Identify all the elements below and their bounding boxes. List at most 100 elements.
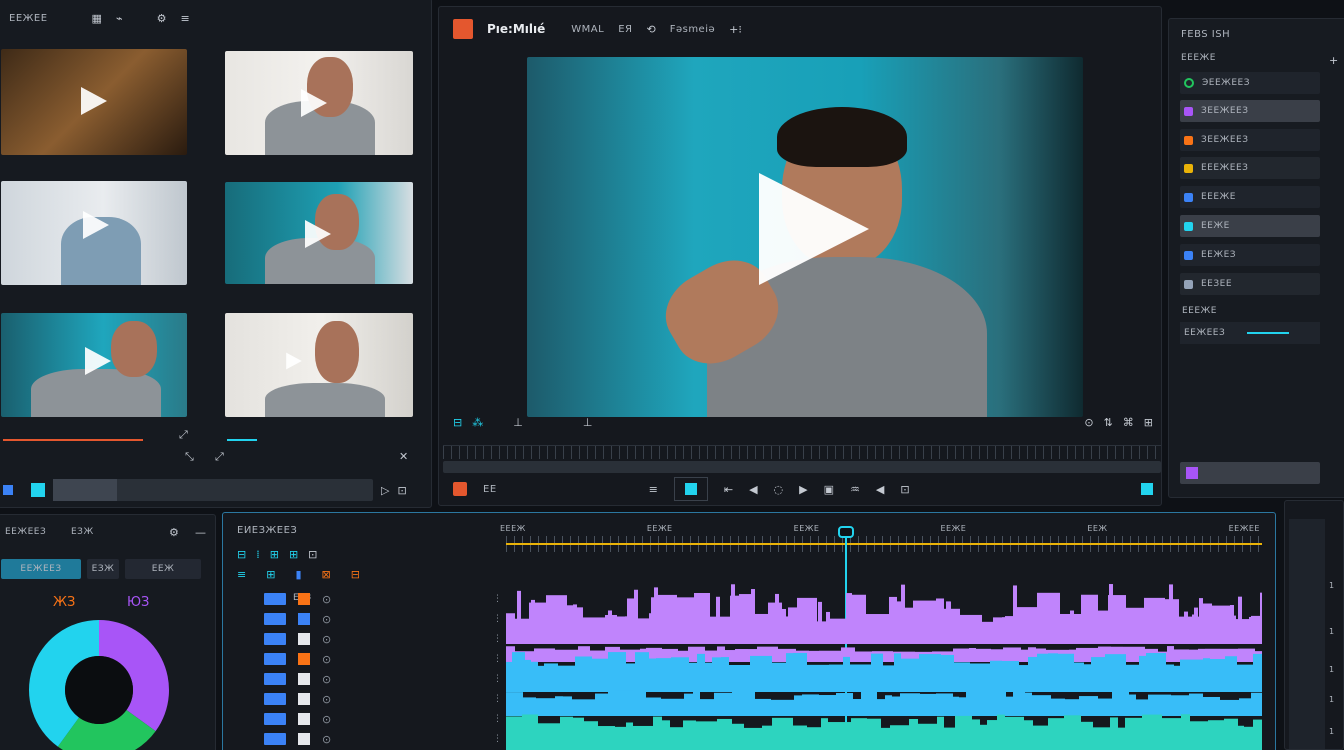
track-header-row[interactable]: ⊙ ⋮ [230,710,502,728]
track-slot[interactable]: ЗЕЕЖЕЕЗ [1180,100,1320,122]
clock-icon[interactable]: ⊙ [1084,417,1093,428]
media-item[interactable] [1,49,187,155]
tool-icon[interactable]: ⊟ [351,569,360,580]
gear-icon[interactable]: ⚙ [169,527,179,538]
waveform-segment [1180,659,1203,692]
marker-out-icon[interactable]: ⊥ [583,417,593,428]
grid-icon[interactable]: ⊞ [1144,417,1153,428]
preview-scrubber[interactable] [443,445,1161,459]
expand-icon[interactable]: ⤢ [179,429,188,440]
preview-frame[interactable] [527,57,1083,417]
trim-icon-2[interactable]: ⤢ [215,451,224,462]
clip-progress-1[interactable] [3,439,143,441]
list-icon[interactable]: ▦ [92,13,102,24]
waveform-segment [900,693,920,716]
track-header-row[interactable]: ⊙ ⋮ [230,690,502,708]
track-slot[interactable]: ЭЕЕЖЕЕЗ [1180,72,1320,94]
split-icon[interactable]: ⁂ [472,417,483,428]
play-icon[interactable] [759,173,869,285]
menu-icon[interactable]: ≡ [180,13,189,24]
wand-icon[interactable]: ⌁ [116,13,123,24]
trim-icon[interactable]: ⤡ [185,451,194,462]
play-icon[interactable] [81,87,107,115]
record-button[interactable] [453,482,467,496]
tool-icon[interactable]: ⁞ [256,549,260,560]
link-icon[interactable]: ⟲ [646,24,655,35]
inspector-footer-input[interactable] [1180,462,1320,484]
clip-progress-2[interactable] [227,439,257,441]
loop2-icon[interactable]: ◌ [774,484,784,495]
track-slot[interactable]: ЕЕЗЕЕ [1180,273,1320,295]
output-indicator[interactable] [1141,483,1153,495]
marker-icon[interactable]: ⊥ [513,417,523,428]
media-item[interactable] [1,313,187,417]
play-icon[interactable] [85,347,111,375]
settings-icon[interactable]: ⌘ [1123,417,1134,428]
color-button-1[interactable]: ЕЕЖЕЕЗ [1,559,81,579]
color-button-3[interactable]: ЕЕЖ [125,559,201,579]
track-header-row[interactable]: ⊙ ⋮ [230,670,502,688]
track-slot[interactable]: ЗЕЕЖЕЕЗ [1180,129,1320,151]
forward-icon[interactable]: ▶ [799,484,807,495]
back-icon[interactable]: ◀ [749,484,757,495]
vertical-scrollbar[interactable] [1289,519,1325,749]
track-slot[interactable]: ЕЕЕЖЕЕЗ [1180,157,1320,179]
plus-icon[interactable]: +⁝ [729,24,742,35]
media-item[interactable] [225,182,413,284]
minimize-icon[interactable]: — [195,527,206,538]
export-icon[interactable]: ⊡ [397,485,406,496]
track-header-row[interactable]: ⊙ ⋮ [230,590,502,608]
color-button-2[interactable]: ЕЗЖ [87,559,119,579]
track-header-row[interactable]: ⊙ ⋮ [230,730,502,748]
track-slot[interactable]: ЕЕЖЕЗ [1180,244,1320,266]
waveform-segment [1225,656,1237,692]
timeline-tracks[interactable] [506,552,1262,750]
mix-icon[interactable]: ⊡ [900,484,909,495]
app-logo[interactable] [453,19,473,39]
waveform-peak [782,608,786,644]
stop-button[interactable] [673,477,708,501]
tool-icon[interactable]: ⊠ [322,569,331,580]
tool-icon[interactable]: ⊞ [289,549,298,560]
play-icon[interactable] [83,211,109,239]
tool-icon[interactable]: ≡ [237,569,246,580]
play-icon[interactable] [305,220,331,248]
waveform-segment [1162,718,1181,750]
media-item[interactable] [225,313,413,417]
viewer-scrollbar[interactable] [443,461,1161,473]
fx-icon[interactable]: ⇅ [1104,417,1113,428]
waveform-segment [997,714,1005,750]
add-icon[interactable]: + [1329,55,1338,66]
tool-icon[interactable]: ⊡ [308,549,317,560]
play-icon[interactable] [301,89,327,117]
playhead-handle[interactable] [838,526,854,538]
inspector-field[interactable]: ЕЕЖЕЕЗ [1180,322,1320,344]
color-wheel[interactable] [24,615,174,750]
rewind-icon[interactable]: ⇤ [724,484,733,495]
close-icon[interactable]: ✕ [399,451,408,462]
volume-icon[interactable]: ◀ [876,484,884,495]
media-item[interactable] [225,51,413,155]
track-header-row[interactable]: ⊙ ⋮ [230,650,502,668]
settings-icon-2[interactable]: ⚙ [157,13,167,24]
prev-icon[interactable]: ≡ [649,484,658,495]
play-icon[interactable] [286,352,302,370]
menu-item-2[interactable]: ЕЯ [618,24,632,35]
track-slot[interactable]: ЕЕЖЕ [1180,215,1320,237]
track-header-row[interactable]: ⊙ ⋮ [230,610,502,628]
loop-icon[interactable]: ⊟ [453,417,462,428]
tool-icon[interactable]: ▮ [295,569,301,580]
media-scrollbar[interactable] [53,479,373,501]
audio-icon[interactable]: ♒ [850,484,860,495]
media-item[interactable] [1,181,187,285]
menu-item-3[interactable]: Fǝsmeiə [670,24,715,35]
tool-icon[interactable]: ⊞ [270,549,279,560]
track-header-row[interactable]: ⊙ ⋮ [230,630,502,648]
ff-icon[interactable]: ▣ [824,484,834,495]
track-slot[interactable]: ЕЕЕЖЕ [1180,186,1320,208]
tool-icon[interactable]: ⊟ [237,549,246,560]
menu-item-1[interactable]: WMAL [571,24,604,35]
tool-icon[interactable]: ⊞ [266,569,275,580]
play-small-icon[interactable]: ▷ [381,485,389,496]
timeline-range[interactable] [506,543,1262,545]
